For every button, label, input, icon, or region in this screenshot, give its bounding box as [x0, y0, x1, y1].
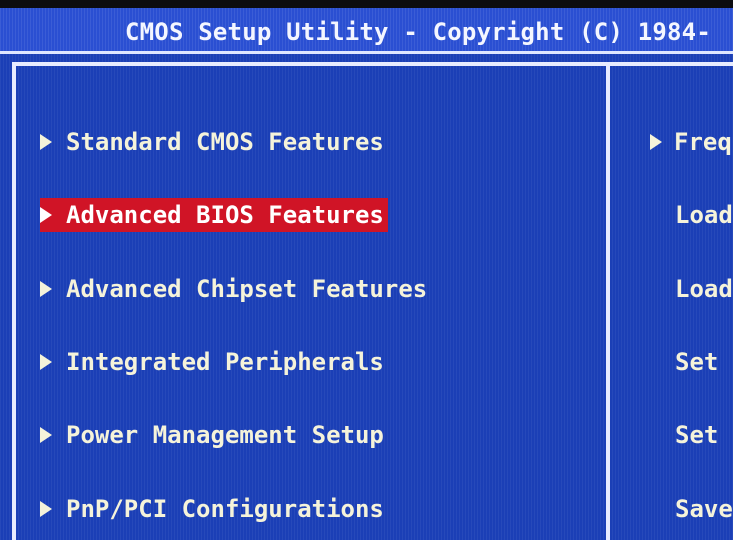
menu-item-label: Integrated Peripherals — [66, 348, 384, 376]
arrow-right-icon — [40, 501, 52, 517]
menu-item-label: Power Management Setup — [66, 421, 384, 449]
menu-item-label: Set — [675, 421, 719, 449]
arrow-right-icon — [40, 281, 52, 297]
top-border — [0, 0, 733, 8]
menu-item-standard-cmos-features[interactable]: Standard CMOS Features — [40, 125, 384, 159]
menu-item-label: PnP/PCI Configurations — [66, 495, 384, 523]
menu-item-load-2[interactable]: Load — [675, 272, 733, 306]
menu-item-label: Save — [675, 495, 733, 523]
column-divider — [606, 66, 610, 540]
menu-item-label: Advanced BIOS Features — [66, 201, 384, 229]
arrow-right-icon — [40, 427, 52, 443]
title-bar: CMOS Setup Utility - Copyright (C) 1984- — [0, 8, 733, 54]
menu-item-label: Advanced Chipset Features — [66, 275, 428, 303]
arrow-right-icon — [650, 134, 662, 150]
menu-item-advanced-chipset-features[interactable]: Advanced Chipset Features — [40, 272, 427, 306]
menu-item-save[interactable]: Save — [675, 492, 733, 526]
menu-item-pnp-pci-configurations[interactable]: PnP/PCI Configurations — [40, 492, 384, 526]
menu-item-set-1[interactable]: Set — [675, 345, 718, 379]
menu-item-integrated-peripherals[interactable]: Integrated Peripherals — [40, 345, 384, 379]
frame-top-line — [12, 62, 733, 66]
menu-item-frequency[interactable]: Freq — [650, 125, 732, 159]
menu-item-label: Set — [675, 348, 719, 376]
menu-item-label: Standard CMOS Features — [66, 128, 384, 156]
bios-screen: CMOS Setup Utility - Copyright (C) 1984-… — [0, 0, 733, 540]
title-text: CMOS Setup Utility - Copyright (C) 1984- — [125, 18, 711, 46]
menu-item-label: Load — [675, 275, 733, 303]
menu-item-advanced-bios-features[interactable]: Advanced BIOS Features — [40, 198, 388, 232]
menu-item-label: Freq — [674, 128, 732, 156]
menu-item-load-1[interactable]: Load — [675, 198, 733, 232]
menu-item-label: Load — [675, 201, 733, 229]
arrow-right-icon — [40, 207, 52, 223]
arrow-right-icon — [40, 354, 52, 370]
menu-item-power-management-setup[interactable]: Power Management Setup — [40, 418, 384, 452]
arrow-right-icon — [40, 134, 52, 150]
frame-left-line — [12, 62, 16, 540]
menu-item-set-2[interactable]: Set — [675, 418, 718, 452]
